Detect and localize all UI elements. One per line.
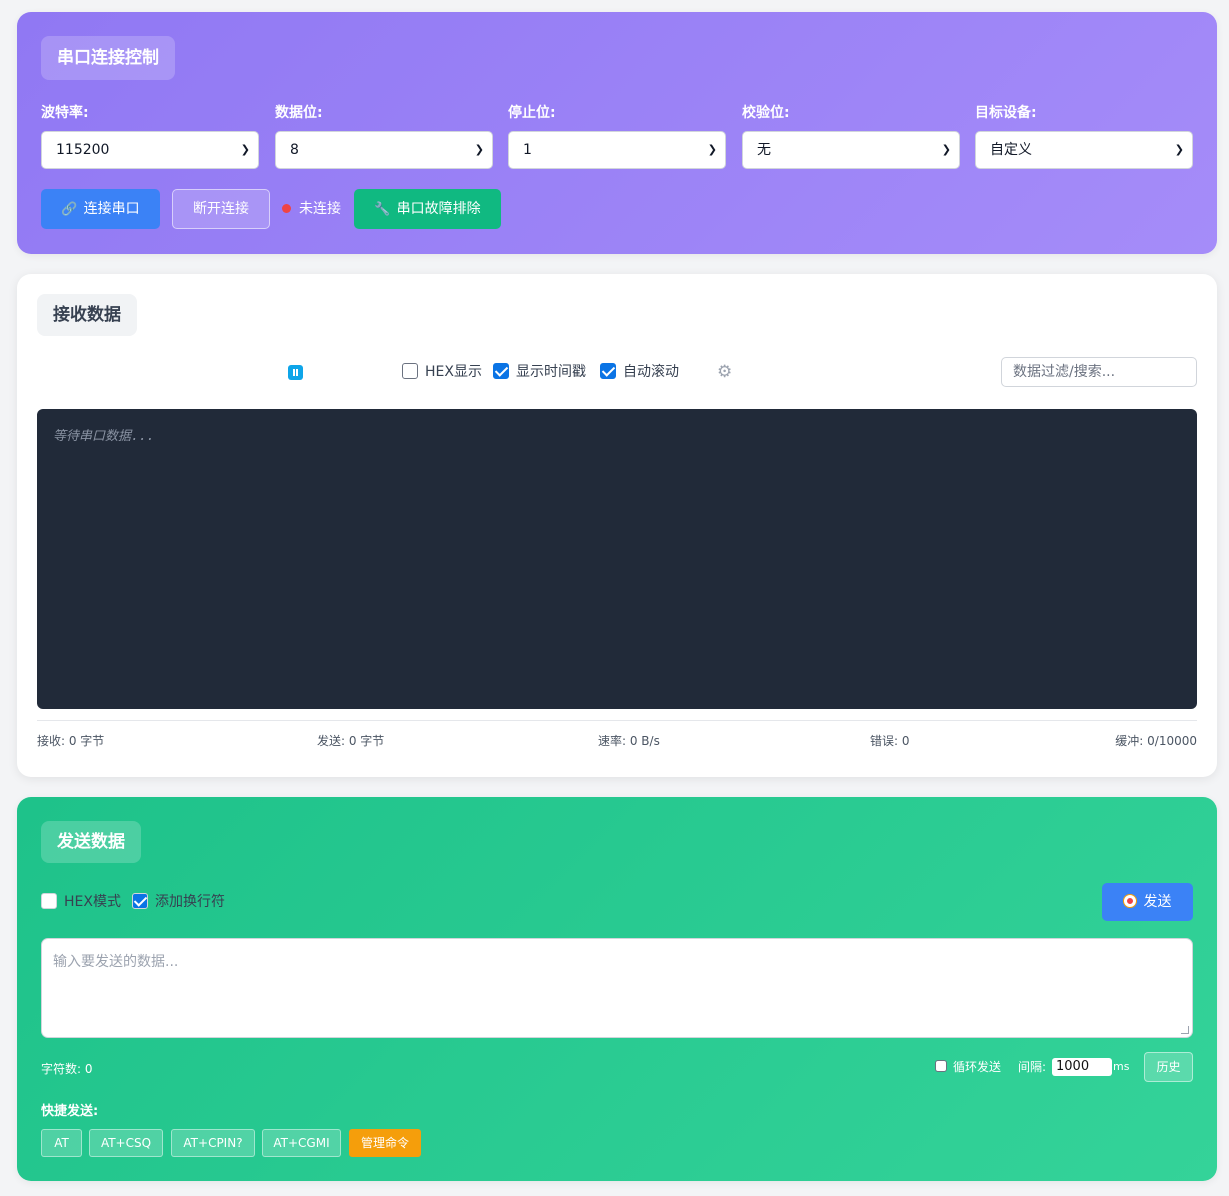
hex-display-checkbox[interactable]: HEX显示 <box>402 362 482 382</box>
char-count: 字符数: 0 <box>41 1062 93 1076</box>
troubleshoot-label: 串口故障排除 <box>396 201 481 217</box>
hex-display-box[interactable] <box>402 363 418 379</box>
quick-command-at-cgmi[interactable]: AT+CGMI <box>262 1129 341 1157</box>
disconnect-button[interactable]: 断开连接 <box>172 189 270 229</box>
newline-checkbox[interactable]: 添加换行符 <box>132 892 225 912</box>
manage-commands-button[interactable]: 管理命令 <box>349 1129 421 1157</box>
chevron-down-icon: ❯ <box>941 143 951 156</box>
data-bits-field: 数据位: 8 ❯ <box>275 104 493 169</box>
stat-buffer: 缓冲: 0/10000 <box>1115 734 1197 748</box>
parity-select[interactable]: 无 ❯ <box>742 131 960 169</box>
troubleshoot-button[interactable]: 🔧 串口故障排除 <box>354 189 501 229</box>
parity-value: 无 <box>757 142 771 158</box>
data-bits-select[interactable]: 8 ❯ <box>275 131 493 169</box>
timestamp-label: 显示时间戳 <box>516 364 586 380</box>
chevron-down-icon: ❯ <box>1174 143 1184 156</box>
baud-rate-value: 115200 <box>56 142 110 158</box>
interval-label: 间隔: <box>1018 1060 1047 1074</box>
connect-label: 连接串口 <box>83 201 140 217</box>
chevron-down-icon: ❯ <box>240 143 250 156</box>
target-device-select[interactable]: 自定义 ❯ <box>975 131 1193 169</box>
data-bits-label: 数据位: <box>275 105 323 121</box>
parity-label: 校验位: <box>742 105 790 121</box>
connection-status: 未连接 <box>282 189 341 229</box>
quick-send-label: 快捷发送: <box>41 1104 99 1119</box>
interval-unit: ms <box>1113 1060 1130 1073</box>
stat-received: 接收: 0 字节 <box>37 734 105 748</box>
quick-command-at[interactable]: AT <box>41 1129 82 1157</box>
chevron-down-icon: ❯ <box>474 143 484 156</box>
baud-rate-label: 波特率: <box>41 105 89 121</box>
chevron-down-icon: ❯ <box>707 143 717 156</box>
send-icon <box>1123 895 1136 907</box>
target-device-field: 目标设备: 自定义 ❯ <box>975 104 1193 169</box>
timestamp-box[interactable] <box>493 363 509 379</box>
stats-divider <box>37 720 1197 721</box>
connection-panel: 串口连接控制 波特率: 115200 ❯ 数据位: 8 ❯ 停止位: 1 ❯ 校… <box>17 12 1217 254</box>
send-input[interactable]: 输入要发送的数据... <box>41 938 1193 1038</box>
receive-terminal[interactable]: 等待串口数据... <box>37 409 1197 709</box>
newline-box[interactable] <box>132 893 148 909</box>
hex-mode-checkbox[interactable]: HEX模式 <box>41 892 121 912</box>
status-dot-icon <box>282 204 291 213</box>
autoscroll-checkbox[interactable]: 自动滚动 <box>600 362 679 382</box>
connection-panel-title: 串口连接控制 <box>41 36 175 80</box>
connect-button[interactable]: 🔗 连接串口 <box>41 189 160 229</box>
disconnect-label: 断开连接 <box>193 201 249 217</box>
baud-rate-field: 波特率: 115200 ❯ <box>41 104 259 169</box>
send-label: 发送 <box>1143 894 1172 910</box>
send-panel-title: 发送数据 <box>41 821 141 863</box>
terminal-placeholder: 等待串口数据... <box>53 429 155 444</box>
autoscroll-box[interactable] <box>600 363 616 379</box>
history-label: 历史 <box>1156 1060 1181 1074</box>
interval-input[interactable]: 1000 <box>1052 1058 1112 1076</box>
pause-icon[interactable] <box>288 365 303 380</box>
history-button[interactable]: 历史 <box>1144 1052 1193 1082</box>
loop-send-box[interactable] <box>935 1060 947 1072</box>
quick-command-at-cpin[interactable]: AT+CPIN? <box>171 1129 255 1157</box>
hex-display-label: HEX显示 <box>425 364 482 380</box>
stop-bits-select[interactable]: 1 ❯ <box>508 131 726 169</box>
quick-command-at-csq[interactable]: AT+CSQ <box>89 1129 163 1157</box>
filter-search-placeholder: 数据过滤/搜索... <box>1013 364 1116 380</box>
autoscroll-label: 自动滚动 <box>623 364 679 380</box>
loop-send-label: 循环发送 <box>953 1060 1002 1074</box>
link-icon: 🔗 <box>61 202 78 217</box>
newline-label: 添加换行符 <box>155 894 225 910</box>
send-input-placeholder: 输入要发送的数据... <box>53 954 179 970</box>
baud-rate-select[interactable]: 115200 ❯ <box>41 131 259 169</box>
loop-send-checkbox[interactable]: 循环发送 <box>935 1058 1001 1076</box>
parity-field: 校验位: 无 ❯ <box>742 104 960 169</box>
stop-bits-value: 1 <box>523 142 532 158</box>
target-device-value: 自定义 <box>990 142 1032 158</box>
wrench-icon: 🔧 <box>374 202 391 217</box>
stop-bits-label: 停止位: <box>508 105 556 121</box>
send-panel: 发送数据 HEX模式 添加换行符 发送 输入要发送的数据... 字符数: 0 循… <box>17 797 1217 1181</box>
hex-mode-label: HEX模式 <box>64 894 121 910</box>
receive-panel: 接收数据 HEX显示 显示时间戳 自动滚动 ⚙ 数据过滤/搜索... 等待串口数… <box>17 274 1217 777</box>
stat-sent: 发送: 0 字节 <box>317 734 385 748</box>
stat-rate: 速率: 0 B/s <box>598 734 660 748</box>
stop-bits-field: 停止位: 1 ❯ <box>508 104 726 169</box>
target-device-label: 目标设备: <box>975 105 1037 121</box>
hex-mode-box[interactable] <box>41 893 57 909</box>
send-button[interactable]: 发送 <box>1102 883 1193 921</box>
receive-panel-title: 接收数据 <box>37 294 137 336</box>
gear-icon[interactable]: ⚙ <box>717 362 732 382</box>
resize-handle-icon[interactable] <box>1181 1026 1189 1034</box>
status-text: 未连接 <box>299 201 341 217</box>
data-bits-value: 8 <box>290 142 299 158</box>
stat-errors: 错误: 0 <box>870 734 910 748</box>
timestamp-checkbox[interactable]: 显示时间戳 <box>493 362 586 382</box>
filter-search-input[interactable]: 数据过滤/搜索... <box>1001 357 1197 387</box>
